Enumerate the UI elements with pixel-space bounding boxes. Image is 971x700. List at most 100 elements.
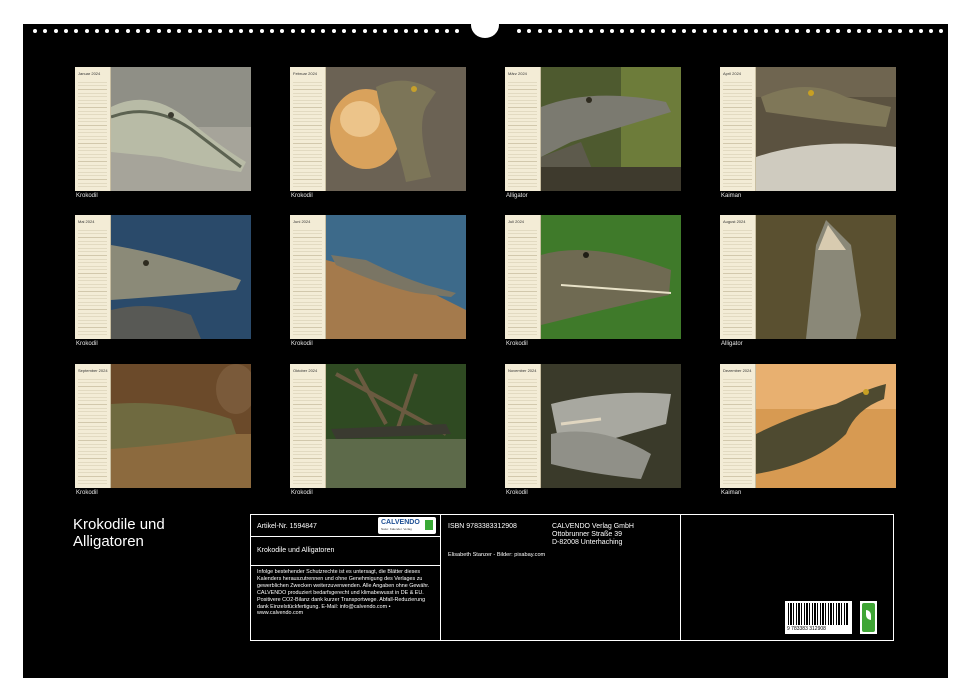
calendar-grid: Februar 2024 [290,67,326,191]
binding-ring [887,29,892,33]
binding-ring [208,29,213,33]
alligator-jaws-photo [756,215,896,339]
binding-ring [898,29,903,33]
month-label: August 2024 [723,219,746,224]
binding-ring [239,29,243,33]
binding-ring [290,29,295,33]
month-thumb-november[interactable]: November 2024 [505,364,681,488]
binding-ring [908,29,913,33]
binding-ring [33,29,37,33]
crocodile-pool-photo [111,364,251,488]
binding-ring [537,29,542,33]
month-thumb-februar[interactable]: Februar 2024 [290,67,466,191]
credits: Elisabeth Stanzer - Bilder: pixabay.com [448,552,546,558]
binding-ring [877,29,882,33]
binding-ring [352,29,357,33]
caiman-photo [756,67,896,191]
calendar-grid: Januar 2024 [75,67,111,191]
month-thumb-april[interactable]: April 2024 [720,67,896,191]
binding-ring [403,29,408,33]
binding-ring [774,29,779,33]
calendar-grid: Juli 2024 [505,215,541,339]
month-thumb-oktober[interactable]: Oktober 2024 [290,364,466,488]
caption: Krokodil [291,490,313,496]
month-thumb-september[interactable]: September 2024 [75,364,251,488]
month-thumb-juli[interactable]: Juli 2024 [505,215,681,339]
binding-ring [599,29,604,33]
calendar-grid: August 2024 [720,215,756,339]
binding-ring [321,29,326,33]
calendar-grid: Dezember 2024 [720,364,756,488]
binding-ring [177,29,182,33]
binding-ring [589,29,594,33]
caption: Alligator [506,193,528,199]
barcode: 9 783383 312908 [785,601,852,634]
month-label: März 2024 [508,71,527,76]
month-label: November 2024 [508,368,537,373]
article-number: Artikel-Nr. 1594847 [257,523,317,530]
calendar-grid: April 2024 [720,67,756,191]
binding-ring [280,29,285,33]
binding-ring [517,29,522,33]
calendar-grid: März 2024 [505,67,541,191]
binding-ring [939,29,944,33]
binding-ring [846,29,851,33]
publisher-city: D-82008 Unterhaching [552,539,623,546]
binding-ring [733,29,738,33]
crocodile-branches-photo [326,364,466,488]
binding-ring [754,29,758,33]
binding-ring [867,29,872,33]
binding-ring [651,29,655,33]
calendar-grid: Mai 2024 [75,215,111,339]
crocodile-open-mouth-photo [541,364,681,488]
calendar-grid: November 2024 [505,364,541,488]
calendar-back-page: Januar 2024 Februar 2024 März 2024 April… [23,12,948,678]
binding-ring [630,29,635,33]
binding-ring [640,29,645,33]
binding-ring [342,29,346,33]
calvendo-logo: CALVENDO Natur. Kalender. Verlag [378,517,436,534]
binding-ring [249,29,254,33]
binding-ring [702,29,707,33]
month-thumb-mai[interactable]: Mai 2024 [75,215,251,339]
binding-ring [53,29,58,33]
caption: Krokodil [291,193,313,199]
calendar-title: Krokodile und Alligatoren [73,516,165,550]
month-thumb-maerz[interactable]: März 2024 [505,67,681,191]
binding-ring [805,29,810,33]
binding-ring [445,29,449,33]
binding-ring [836,29,841,33]
eco-leaf-icon [860,601,877,634]
binding-ring [661,29,666,33]
month-label: Februar 2024 [293,71,318,76]
crocodile-bank-photo [326,215,466,339]
binding-ring [723,29,728,33]
calendar-grid: Juni 2024 [290,215,326,339]
binding-ring [136,29,140,33]
legal-notice: Infolge bestehender Schutzrechte ist es … [257,569,430,617]
month-label: Mai 2024 [78,219,95,224]
caption: Krokodil [76,193,98,199]
binding-ring [414,29,419,33]
binding-ring [84,29,89,33]
binding-ring [815,29,820,33]
month-thumb-dezember[interactable]: Dezember 2024 [720,364,896,488]
binding-ring [156,29,161,33]
binding-ring [146,29,151,33]
caption: Krokodil [76,341,98,347]
info-calendar-title: Krokodile und Alligatoren [257,547,335,554]
caption: Krokodil [506,490,528,496]
binding-ring [857,29,861,33]
binding-ring [259,29,264,33]
hatchling-egg-photo [326,67,466,191]
binding-ring [455,29,460,33]
binding-ring [63,29,68,33]
crocodile-photo [111,67,251,191]
month-thumb-august[interactable]: August 2024 [720,215,896,339]
binding-ring [784,29,789,33]
binding-ring [578,29,583,33]
binding-ring [712,29,717,33]
month-thumb-januar[interactable]: Januar 2024 [75,67,251,191]
caption: Krokodil [506,341,528,347]
month-thumb-juni[interactable]: Juni 2024 [290,215,466,339]
